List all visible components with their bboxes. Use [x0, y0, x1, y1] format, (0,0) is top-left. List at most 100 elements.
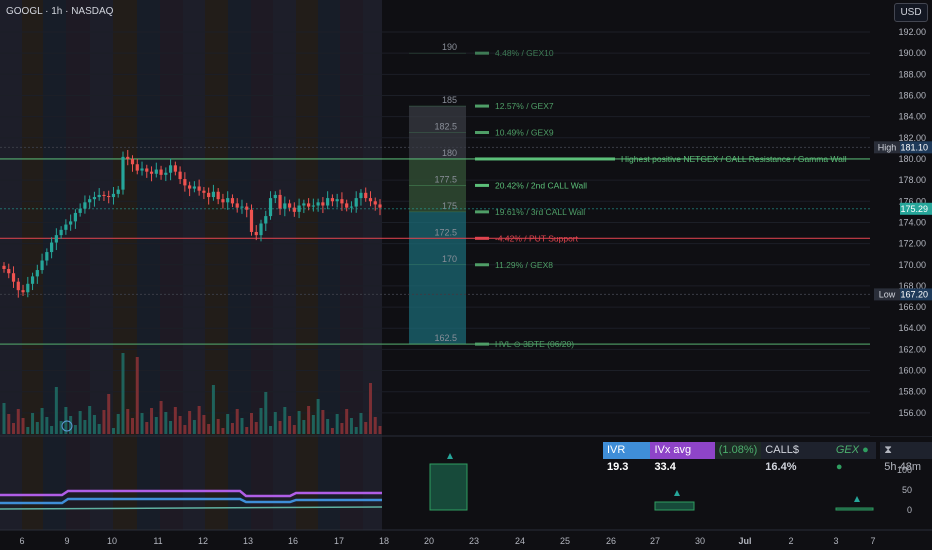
level-label: 12.57% / GEX7 [495, 101, 554, 111]
volume-bar [150, 408, 154, 434]
volume-bar [2, 403, 6, 434]
time-tick-label: 25 [560, 536, 570, 546]
candle-body [287, 203, 292, 208]
candle-body [107, 195, 111, 198]
time-tick-label: 13 [243, 536, 253, 546]
ivr-badge: IVR 19.3 [603, 442, 651, 473]
time-tick-label: 6 [19, 536, 24, 546]
volume-bar [216, 419, 220, 434]
volume-bar [245, 427, 249, 434]
candle-body [111, 193, 116, 198]
volume-bar [307, 406, 311, 434]
level-bar [475, 342, 489, 346]
volume-bar [131, 418, 135, 434]
candle-body [211, 191, 216, 198]
volume-bar [249, 413, 253, 434]
candle-body [330, 198, 335, 202]
volume-bar [188, 411, 192, 434]
gex-dot-icon: ● [835, 461, 843, 473]
candle-body [54, 235, 58, 243]
currency-button[interactable]: USD [894, 3, 928, 22]
volume-bar [111, 428, 115, 434]
candle-body [240, 206, 244, 208]
volume-bar [159, 401, 163, 434]
volume-bar [31, 413, 35, 434]
volume-bar [207, 424, 211, 434]
volume-bar [292, 425, 296, 434]
candle-body [168, 165, 173, 173]
candle-body [249, 209, 254, 232]
volume-bar [235, 409, 239, 434]
candle-body [35, 270, 39, 277]
call-share-badge: CALL$ 16.4% [761, 442, 832, 473]
volume-bar [197, 406, 201, 434]
candle-body [321, 202, 325, 206]
osc-marker-icon [674, 490, 680, 496]
level-label: -4.42% / PUT Support [495, 233, 579, 243]
volume-bar [145, 422, 149, 434]
volume-bar [92, 415, 96, 434]
gex-range-box [409, 106, 466, 345]
level-label: 11.29% / GEX8 [495, 260, 553, 270]
candle-body [183, 179, 187, 186]
candle-body [78, 208, 82, 213]
time-tick-label: 27 [650, 536, 660, 546]
volume-bar [264, 392, 268, 434]
level-bar [475, 157, 615, 161]
candle-body [16, 281, 20, 291]
volume-bar [259, 408, 263, 434]
candle-body [311, 205, 315, 207]
candle-body [259, 223, 263, 236]
time-axis[interactable]: 6 9 10 11 12 13 16 17 18 20 23 24 25 26 27 30 Jul 2 3 7 [0, 529, 932, 546]
volume-bar [335, 414, 339, 434]
candle-body [121, 156, 125, 190]
volume-bar [311, 415, 315, 434]
volume-bar [278, 421, 282, 434]
candle-body [349, 206, 354, 208]
level-label: HVL ⊙ 3DTE (06/20) [495, 339, 574, 349]
candle-body [378, 204, 382, 208]
low-tag-value: 167.20 [900, 289, 928, 299]
candle-body [64, 224, 68, 230]
price-tick-label: 174.00 [898, 217, 926, 227]
volume-bar [178, 416, 182, 434]
price-tick-label: 170.00 [898, 260, 926, 270]
time-tick-label: 26 [606, 536, 616, 546]
last-tag-value: 175.29 [900, 204, 928, 214]
volume-bar [297, 411, 301, 434]
price-axis[interactable]: 192.00 190.00 188.00 186.00 184.00 182.00 180.… [870, 0, 932, 436]
candle-body [97, 194, 101, 198]
volume-bar [321, 410, 325, 434]
candle-body [159, 169, 163, 175]
level-label: 20.42% / 2nd CALL Wall [495, 180, 587, 190]
time-tick-label: 23 [469, 536, 479, 546]
volume-bar [126, 409, 130, 434]
volume-bar [230, 423, 234, 434]
low-tag-label: Low [879, 289, 896, 299]
volume-bar [135, 357, 139, 434]
price-tick-label: 164.00 [898, 323, 926, 333]
symbol-title: GOOGL · 1h · NASDAQ [6, 6, 114, 17]
volume-bar [378, 426, 382, 434]
volume-bar [368, 383, 372, 434]
price-tick-label: 162.00 [898, 344, 926, 354]
volume-bar [88, 406, 92, 434]
osc-tick-label: 0 [907, 505, 912, 515]
candle-body [49, 242, 54, 253]
volume-bar [221, 428, 225, 434]
level-bar [475, 104, 489, 108]
high-tag-value: 181.10 [900, 142, 928, 152]
volume-bar [202, 415, 206, 434]
volume-bar [45, 417, 49, 434]
level-strike: 190 [442, 42, 457, 52]
time-tick-label: 17 [334, 536, 344, 546]
volume-bar [326, 419, 330, 434]
level-strike: 185 [442, 95, 457, 105]
price-tick-label: 190.00 [898, 48, 926, 58]
candle-body [202, 190, 206, 193]
level-bar [475, 210, 489, 214]
volume-bar [169, 421, 173, 434]
time-tick-label: 11 [153, 536, 162, 546]
candle-body [368, 198, 373, 202]
level-strike: 182.5 [434, 122, 457, 132]
